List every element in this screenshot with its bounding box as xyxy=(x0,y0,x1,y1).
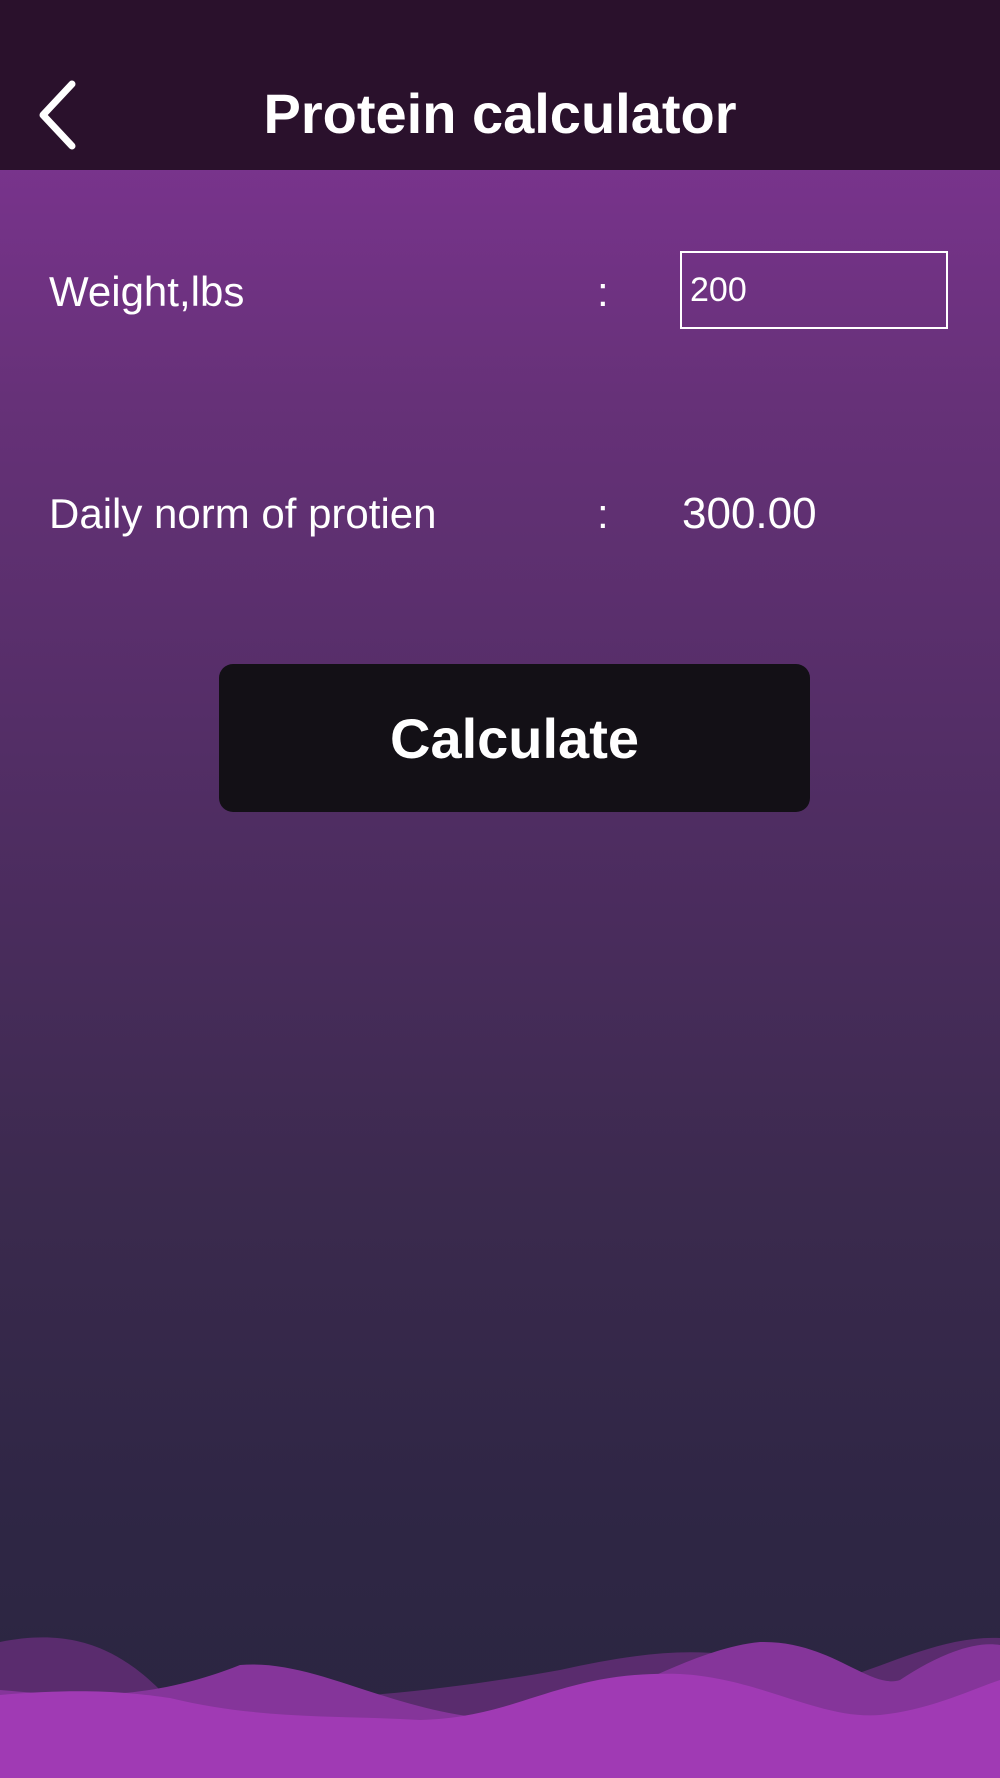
weight-label: Weight,lbs xyxy=(49,268,245,315)
page-title: Protein calculator xyxy=(263,82,737,145)
weight-input[interactable] xyxy=(680,251,948,329)
wave-decoration xyxy=(0,1637,1000,1778)
app-bar: Protein calculator xyxy=(0,0,1000,170)
weight-separator: : xyxy=(597,268,609,315)
protein-norm-label: Daily norm of protien xyxy=(49,490,437,537)
calculate-button[interactable]: Calculate xyxy=(219,664,810,812)
protein-norm-value: 300.00 xyxy=(682,489,817,538)
protein-norm-separator: : xyxy=(597,490,609,537)
